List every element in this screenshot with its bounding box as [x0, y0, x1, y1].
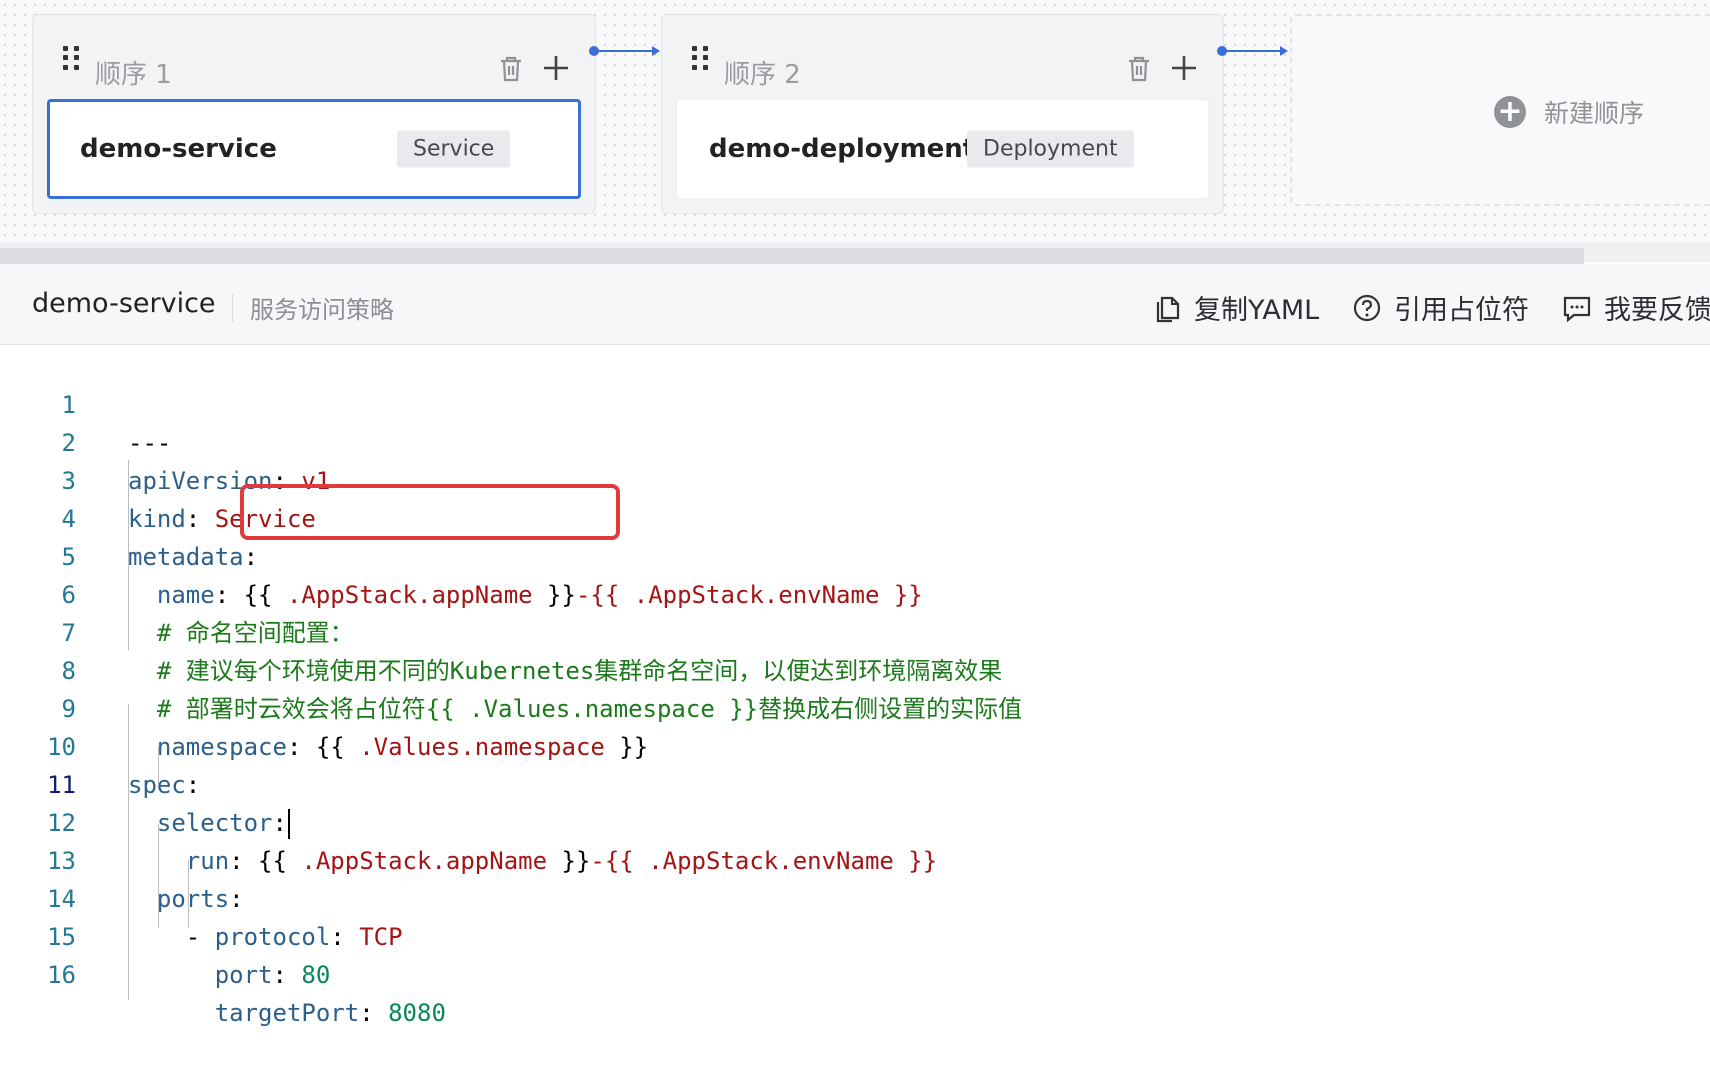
card-demo-deployment[interactable]: demo-deployment Deployment	[676, 99, 1209, 199]
new-stage-button[interactable]: + 新建顺序	[1290, 14, 1710, 206]
copy-icon	[1156, 296, 1180, 322]
code-line: 1 ---	[0, 348, 1710, 457]
code-line: 9 namespace: {{ .Values.namespace }}	[0, 652, 1710, 761]
stage-title: 顺序 1	[95, 60, 172, 90]
plus-circle-icon: +	[1494, 96, 1526, 128]
drag-handle-icon[interactable]	[63, 46, 79, 70]
feedback-label: 我要反馈	[1604, 295, 1710, 326]
placeholder-reference-button[interactable]: 引用占位符	[1352, 288, 1529, 327]
code-line: 2 apiVersion: v1	[0, 386, 1710, 495]
feedback-button[interactable]: 我要反馈	[1562, 288, 1710, 327]
yaml-code-editor[interactable]: 1 --- 2 apiVersion: v1 3 kind: Service 4…	[0, 346, 1710, 1027]
new-stage-label: 新建顺序	[1544, 99, 1645, 128]
add-icon[interactable]	[541, 53, 571, 83]
question-circle-icon	[1353, 294, 1381, 321]
code-line: 3 kind: Service	[0, 424, 1710, 533]
horizontal-scrollbar-thumb[interactable]	[0, 248, 1584, 264]
code-line-active: 11 selector:	[0, 728, 1710, 839]
code-line: 6 # 命名空间配置：	[0, 538, 1710, 647]
code-line: 8 # 部署时云效会将占位符{{ .Values.namespace }}替换成…	[0, 614, 1710, 723]
stage-header: 顺序 1	[33, 15, 595, 90]
line-number: 16	[47, 961, 76, 989]
placeholder-reference-label: 引用占位符	[1394, 295, 1529, 326]
card-type-badge: Deployment	[967, 130, 1134, 168]
divider	[232, 294, 233, 322]
new-stage-content: + 新建顺序	[1494, 94, 1644, 130]
code-line: 14 - protocol: TCP	[0, 842, 1710, 951]
highlight-annotation-box	[240, 484, 620, 540]
card-name: demo-service	[80, 134, 277, 164]
line-text: port: 80	[214, 961, 331, 989]
editor-title: demo-service	[32, 288, 216, 319]
copy-yaml-button[interactable]: 复制YAML	[1154, 288, 1319, 327]
drag-handle-icon[interactable]	[692, 46, 708, 70]
editor-subtitle[interactable]: 服务访问策略	[250, 290, 394, 325]
copy-yaml-label: 复制YAML	[1194, 295, 1320, 326]
pipeline-canvas: 顺序 1 demo-service Service 顺序 2 demo-depl…	[0, 0, 1710, 242]
add-icon[interactable]	[1169, 53, 1199, 83]
card-demo-service[interactable]: demo-service Service	[47, 99, 581, 199]
code-line: 13 ports:	[0, 804, 1710, 913]
stage-2: 顺序 2 demo-deployment Deployment	[661, 14, 1224, 214]
stage-title: 顺序 2	[724, 60, 801, 90]
code-line: 10 spec:	[0, 690, 1710, 799]
stage-header: 顺序 2	[662, 15, 1223, 90]
connector-arrow	[1217, 46, 1288, 56]
card-name: demo-deployment	[709, 134, 976, 164]
comment-icon	[1563, 296, 1591, 322]
line-text: targetPort: 8080	[214, 999, 446, 1027]
code-line: 15 port: 80	[0, 880, 1710, 989]
code-line: 16 targetPort: 8080	[0, 918, 1710, 1027]
trash-icon[interactable]	[497, 55, 525, 83]
code-line: 7 # 建议每个环境使用不同的Kubernetes集群命名空间，以便达到环境隔离…	[0, 576, 1710, 685]
code-line: 12 run: {{ .AppStack.appName }}-{{ .AppS…	[0, 766, 1710, 875]
editor-toolbar: demo-service 服务访问策略 复制YAML 引用占位符 我要反馈	[0, 264, 1710, 345]
card-type-badge: Service	[397, 130, 511, 168]
trash-icon[interactable]	[1125, 55, 1153, 83]
stage-1: 顺序 1 demo-service Service	[32, 14, 596, 214]
connector-arrow	[589, 46, 660, 56]
